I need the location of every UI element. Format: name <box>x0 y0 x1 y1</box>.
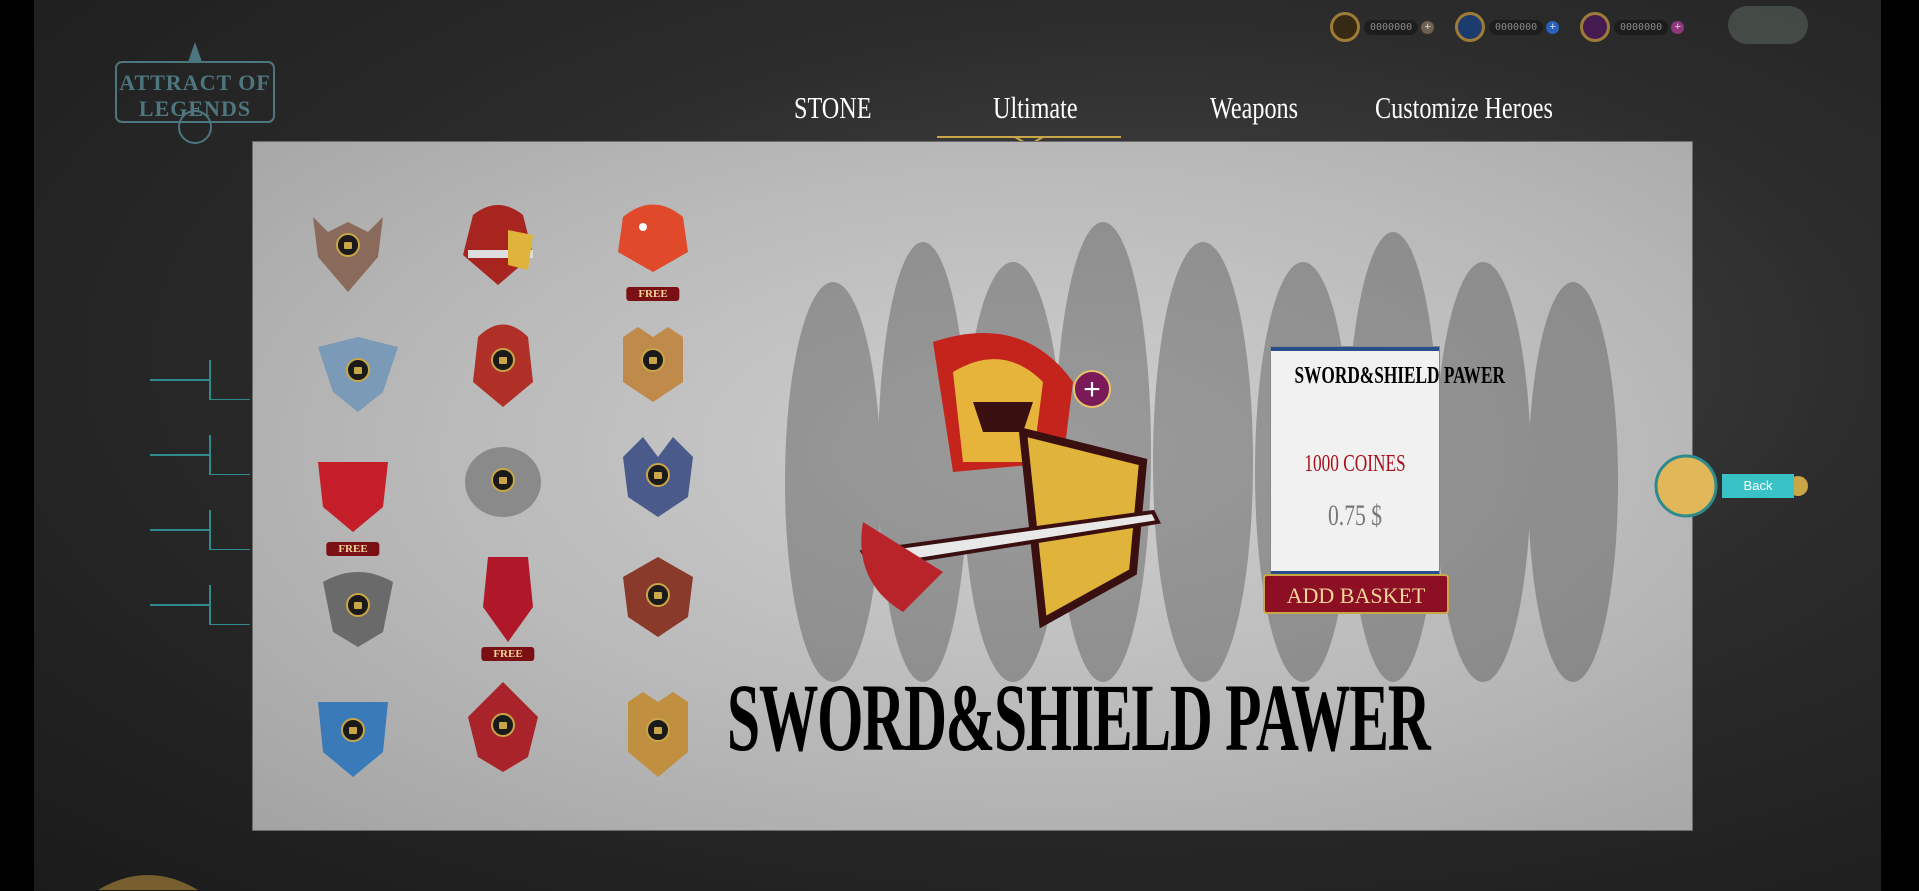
blue-gem-icon <box>1455 12 1485 42</box>
add-gold-button[interactable]: + <box>1421 20 1435 34</box>
right-letterbox <box>1881 0 1919 891</box>
profile-button[interactable] <box>1728 6 1808 44</box>
side-ornament <box>150 435 250 476</box>
item-scorpion[interactable] <box>458 432 548 532</box>
back-label: Back <box>1722 474 1794 498</box>
selected-hero-emblem <box>859 333 1162 629</box>
lock-icon <box>491 713 515 737</box>
lock-icon <box>646 583 670 607</box>
lock-icon <box>491 468 515 492</box>
purple-gem-icon <box>1580 12 1610 42</box>
item-details-card: SWORD&SHIELD PAWER 1000 COINES 0.75 $ <box>1271 347 1505 575</box>
item-fire-dragon[interactable]: FREE <box>608 187 698 301</box>
card-coin-price: 1000 COINES <box>1304 451 1406 477</box>
side-ornament <box>150 585 250 626</box>
card-money-price: 0.75 $ <box>1328 499 1382 532</box>
add-basket-button[interactable]: ADD BASKET <box>1263 574 1449 614</box>
lock-icon <box>341 718 365 742</box>
lock-icon <box>646 463 670 487</box>
free-badge: FREE <box>481 647 535 661</box>
blue-value: 0000000 <box>1489 19 1544 35</box>
gold-currency: 0000000 + <box>1330 12 1435 42</box>
card-item-name: SWORD&SHIELD PAWER <box>1294 363 1505 389</box>
item-red-knight[interactable] <box>458 312 548 412</box>
item-horned-demon[interactable] <box>303 197 393 297</box>
lock-icon <box>346 358 370 382</box>
lock-icon <box>491 348 515 372</box>
item-lion-crown[interactable] <box>613 682 703 782</box>
shop-screen: ATTRACT OF LEGENDS 0000000 + 0000000 + 0… <box>0 0 1919 891</box>
gold-coin-icon <box>1330 12 1360 42</box>
add-blue-button[interactable]: + <box>1546 20 1560 34</box>
lock-icon <box>641 348 665 372</box>
item-blue-crest[interactable] <box>308 682 398 782</box>
item-winged-crest[interactable] <box>313 322 403 422</box>
item-eagle[interactable] <box>313 557 403 657</box>
item-sword-shield-knight[interactable] <box>453 195 543 295</box>
item-wolf[interactable] <box>613 427 703 527</box>
item-crimson-crest[interactable] <box>458 677 548 777</box>
free-badge: FREE <box>626 287 680 301</box>
currency-bar: 0000000 + 0000000 + 0000000 + <box>1330 12 1685 42</box>
purple-value: 0000000 <box>1614 19 1669 35</box>
lock-icon <box>336 233 360 257</box>
tab-weapons[interactable]: Weapons <box>1210 90 1298 126</box>
side-ornament <box>150 360 250 401</box>
side-ornament <box>150 510 250 551</box>
add-purple-button[interactable]: + <box>1671 20 1685 34</box>
bottom-ornament <box>98 860 198 890</box>
blue-currency: 0000000 + <box>1455 12 1560 42</box>
lock-icon <box>646 718 670 742</box>
item-red-bull[interactable]: FREE <box>308 442 398 556</box>
tab-customize-heroes[interactable]: Customize Heroes <box>1375 90 1553 126</box>
item-tiger[interactable] <box>608 312 698 412</box>
gold-value: 0000000 <box>1364 19 1419 35</box>
back-button[interactable]: Back <box>1652 452 1812 520</box>
shop-panel: FREE FREE FREE + SWORD&SHIELD PAWER SWOR… <box>252 141 1693 831</box>
logo-title: ATTRACT OF LEGENDS <box>119 70 271 121</box>
tab-ultimate[interactable]: Ultimate <box>993 90 1078 126</box>
free-badge: FREE <box>326 542 380 556</box>
item-samurai[interactable] <box>613 547 703 647</box>
selected-item-title: SWORD&SHIELD PAWER <box>727 664 1431 771</box>
purple-currency: 0000000 + <box>1580 12 1685 42</box>
lock-icon <box>346 593 370 617</box>
left-letterbox <box>0 0 34 891</box>
add-to-wishlist-button[interactable]: + <box>1073 370 1111 408</box>
tab-stone[interactable]: STONE <box>794 90 871 126</box>
item-red-mask[interactable]: FREE <box>463 547 553 661</box>
